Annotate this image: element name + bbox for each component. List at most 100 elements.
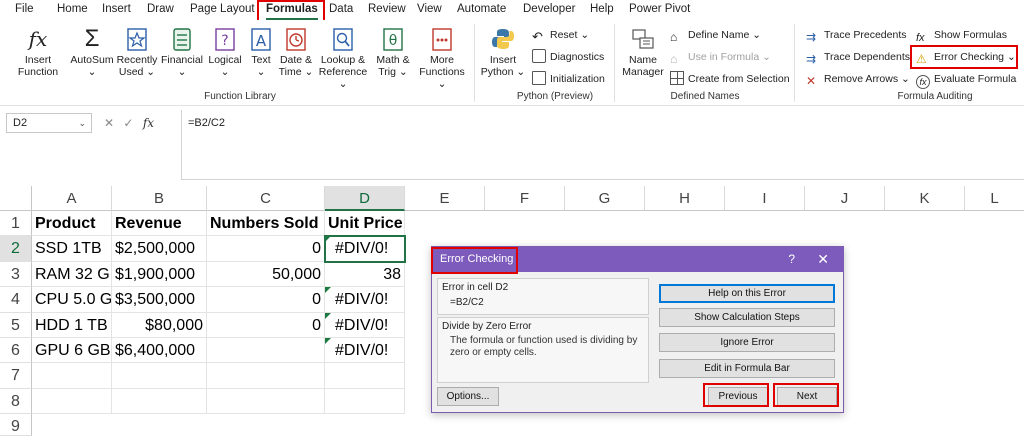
cell-a2[interactable]: SSD 1TB bbox=[32, 236, 112, 262]
create-from-selection-button[interactable]: Create from Selection bbox=[670, 70, 790, 88]
error-checking-button[interactable]: ⚠ Error Checking ⌄ bbox=[916, 48, 1016, 66]
row-header-1[interactable]: 1 bbox=[0, 211, 32, 236]
cell-b5[interactable]: $80,000 bbox=[112, 313, 207, 338]
tab-data[interactable]: Data bbox=[329, 0, 353, 20]
cell-c7[interactable] bbox=[207, 363, 325, 389]
tab-insert[interactable]: Insert bbox=[102, 0, 131, 20]
column-header-h[interactable]: H bbox=[645, 186, 725, 211]
tab-file[interactable]: File bbox=[15, 0, 34, 20]
autosum-button[interactable]: Σ AutoSum ⌄ bbox=[70, 26, 114, 79]
diagnostics-button[interactable]: Diagnostics bbox=[532, 48, 604, 66]
cell-a7[interactable] bbox=[32, 363, 112, 389]
cell-a5[interactable]: HDD 1 TB bbox=[32, 313, 112, 338]
column-header-c[interactable]: C bbox=[207, 186, 325, 211]
formula-input[interactable]: =B2/C2 bbox=[181, 110, 1024, 180]
trace-precedents-button[interactable]: ⇉ Trace Precedents bbox=[806, 26, 906, 44]
column-header-b[interactable]: B bbox=[112, 186, 207, 211]
dialog-title-bar[interactable]: Error Checking ? ✕ bbox=[432, 247, 843, 272]
cell-b1[interactable]: Revenue bbox=[112, 211, 207, 236]
cell-d4[interactable]: #DIV/0! bbox=[325, 287, 405, 313]
math-trig-button[interactable]: θ Math & Trig ⌄ bbox=[371, 26, 415, 78]
tab-developer[interactable]: Developer bbox=[523, 0, 575, 20]
cell-c4[interactable]: 0 bbox=[207, 287, 325, 313]
row-header-4[interactable]: 4 bbox=[0, 287, 32, 313]
column-header-a[interactable]: A bbox=[32, 186, 112, 211]
column-header-k[interactable]: K bbox=[885, 186, 965, 211]
cell-d5[interactable]: #DIV/0! bbox=[325, 313, 405, 338]
insert-python-button[interactable]: Insert Python ⌄ bbox=[480, 26, 526, 78]
cell-d3[interactable]: 38 bbox=[325, 262, 405, 287]
cell-c3[interactable]: 50,000 bbox=[207, 262, 325, 287]
row-header-6[interactable]: 6 bbox=[0, 338, 32, 363]
name-manager-button[interactable]: Name Manager bbox=[620, 26, 666, 78]
column-header-j[interactable]: J bbox=[805, 186, 885, 211]
more-functions-button[interactable]: More Functions ⌄ bbox=[416, 26, 468, 90]
column-header-e[interactable]: E bbox=[405, 186, 485, 211]
reset-button[interactable]: ↶ Reset ⌄ bbox=[532, 26, 589, 44]
remove-arrows-button[interactable]: ✕ Remove Arrows ⌄ bbox=[806, 70, 910, 88]
cell-c5[interactable]: 0 bbox=[207, 313, 325, 338]
tab-help[interactable]: Help bbox=[590, 0, 614, 20]
help-on-this-error-button[interactable]: Help on this Error bbox=[659, 284, 835, 303]
cell-b8[interactable] bbox=[112, 389, 207, 414]
row-header-3[interactable]: 3 bbox=[0, 262, 32, 287]
cell-b7[interactable] bbox=[112, 363, 207, 389]
tab-view[interactable]: View bbox=[417, 0, 442, 20]
cell-b2[interactable]: $2,500,000 bbox=[112, 236, 207, 262]
cell-d7[interactable] bbox=[325, 363, 405, 389]
financial-button[interactable]: Financial ⌄ bbox=[160, 26, 204, 78]
cell-a4[interactable]: CPU 5.0 G bbox=[32, 287, 112, 313]
insert-function-button[interactable]: fx Insert Function bbox=[14, 26, 62, 78]
insert-function-icon[interactable]: fx bbox=[143, 116, 154, 130]
text-button[interactable]: A Text ⌄ bbox=[246, 26, 276, 78]
help-icon[interactable]: ? bbox=[788, 247, 795, 272]
chevron-down-icon[interactable]: ⌄ bbox=[78, 114, 86, 132]
define-name-button[interactable]: ⌂ Define Name ⌄ bbox=[670, 26, 761, 44]
column-header-i[interactable]: I bbox=[725, 186, 805, 211]
options-button[interactable]: Options... bbox=[437, 387, 499, 406]
cell-d6[interactable]: #DIV/0! bbox=[325, 338, 405, 363]
show-calculation-steps-button[interactable]: Show Calculation Steps bbox=[659, 308, 835, 327]
cancel-icon[interactable]: ✕ bbox=[104, 116, 114, 130]
edit-in-formula-bar-button[interactable]: Edit in Formula Bar bbox=[659, 359, 835, 378]
recently-used-button[interactable]: Recently Used ⌄ bbox=[115, 26, 159, 78]
cell-b3[interactable]: $1,900,000 bbox=[112, 262, 207, 287]
cell-a3[interactable]: RAM 32 G bbox=[32, 262, 112, 287]
row-header-5[interactable]: 5 bbox=[0, 313, 32, 338]
name-box[interactable]: D2 ⌄ bbox=[6, 113, 92, 133]
trace-dependents-button[interactable]: ⇉ Trace Dependents bbox=[806, 48, 910, 66]
select-all-corner[interactable] bbox=[0, 186, 32, 211]
tab-power-pivot[interactable]: Power Pivot bbox=[629, 0, 690, 20]
show-formulas-button[interactable]: fx Show Formulas bbox=[916, 26, 1007, 44]
previous-button[interactable]: Previous bbox=[708, 387, 768, 406]
date-time-button[interactable]: Date & Time ⌄ bbox=[277, 26, 315, 78]
row-header-7[interactable]: 7 bbox=[0, 363, 32, 389]
cell-a6[interactable]: GPU 6 GB bbox=[32, 338, 112, 363]
use-in-formula-button[interactable]: ⌂ Use in Formula ⌄ bbox=[670, 48, 771, 66]
cell-c2[interactable]: 0 bbox=[207, 236, 325, 262]
tab-page-layout[interactable]: Page Layout bbox=[190, 0, 255, 20]
cell-c6[interactable] bbox=[207, 338, 325, 363]
row-header-9[interactable]: 9 bbox=[0, 414, 32, 436]
tab-formulas[interactable]: Formulas bbox=[266, 0, 318, 20]
close-icon[interactable]: ✕ bbox=[817, 247, 829, 272]
ignore-error-button[interactable]: Ignore Error bbox=[659, 333, 835, 352]
row-header-2[interactable]: 2 bbox=[0, 236, 32, 262]
cell-b6[interactable]: $6,400,000 bbox=[112, 338, 207, 363]
column-header-f[interactable]: F bbox=[485, 186, 565, 211]
tab-draw[interactable]: Draw bbox=[147, 0, 174, 20]
tab-home[interactable]: Home bbox=[57, 0, 88, 20]
tab-review[interactable]: Review bbox=[368, 0, 406, 20]
column-header-d[interactable]: D bbox=[325, 186, 405, 211]
initialization-button[interactable]: Initialization bbox=[532, 70, 605, 88]
cell-c8[interactable] bbox=[207, 389, 325, 414]
cell-a8[interactable] bbox=[32, 389, 112, 414]
column-header-g[interactable]: G bbox=[565, 186, 645, 211]
column-header-l[interactable]: L bbox=[965, 186, 1024, 211]
cell-b4[interactable]: $3,500,000 bbox=[112, 287, 207, 313]
next-button[interactable]: Next bbox=[777, 387, 837, 406]
cell-a1[interactable]: Product bbox=[32, 211, 112, 236]
evaluate-formula-button[interactable]: fx Evaluate Formula bbox=[916, 70, 1016, 89]
cell-d8[interactable] bbox=[325, 389, 405, 414]
tab-automate[interactable]: Automate bbox=[457, 0, 506, 20]
